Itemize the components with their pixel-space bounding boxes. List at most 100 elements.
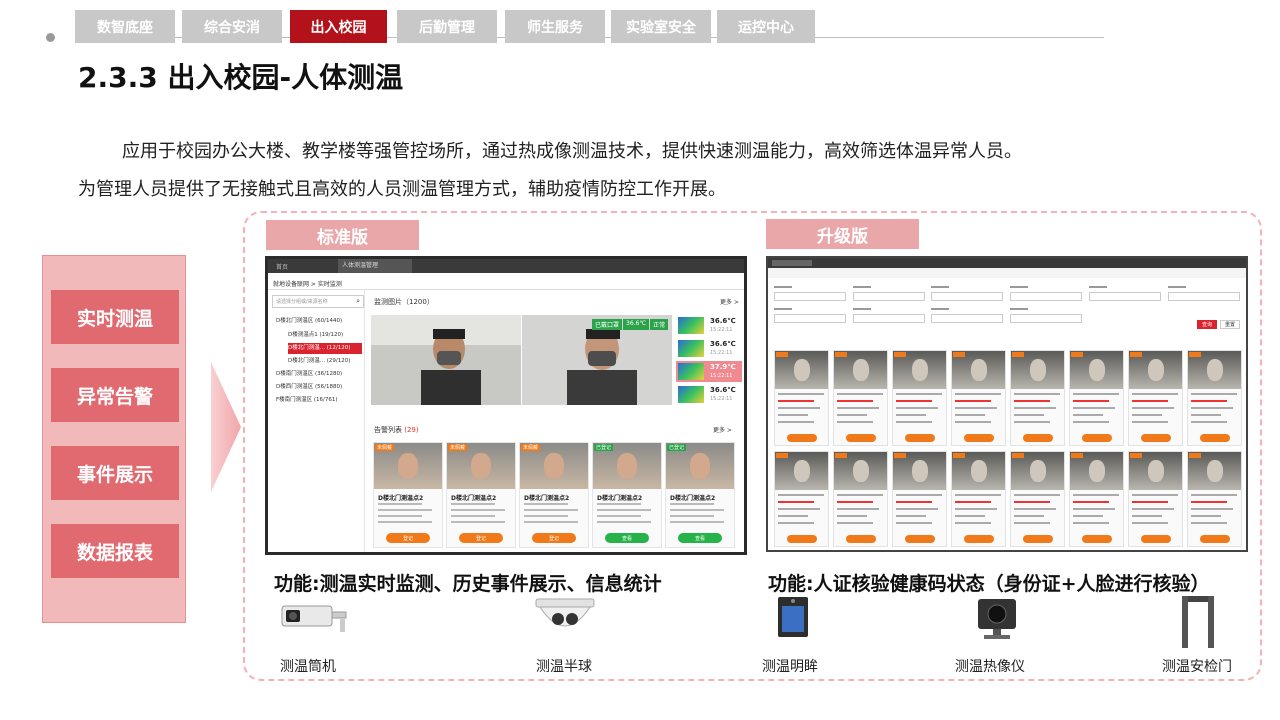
record-action-button[interactable] xyxy=(905,434,935,442)
tree-item[interactable]: D楼北门测温... (12/120) xyxy=(288,343,362,354)
record-photo xyxy=(952,351,1005,389)
record-card[interactable] xyxy=(1187,350,1242,446)
feature-realtime-temp[interactable]: 实时测温 xyxy=(51,290,179,344)
record-card[interactable] xyxy=(1069,451,1124,547)
reset-button[interactable]: 重置 xyxy=(1220,320,1240,329)
record-action-button[interactable] xyxy=(787,535,817,543)
search-icon: ⌕ xyxy=(356,297,360,305)
nav-tab-4[interactable]: 师生服务 xyxy=(505,10,605,43)
upgrade-screenshot: 查询 重置 xyxy=(766,256,1248,552)
temp-row[interactable]: 36.6℃ 15:22:11 xyxy=(676,315,742,336)
record-card[interactable] xyxy=(951,451,1006,547)
search-button[interactable]: 查询 xyxy=(1197,320,1217,329)
record-card[interactable] xyxy=(1187,451,1242,547)
filter-input[interactable] xyxy=(1089,292,1161,301)
record-action-button[interactable] xyxy=(1141,434,1171,442)
alarm-card[interactable]: 已登记 D楼北门测温点2 查看 xyxy=(665,442,735,548)
filter-input[interactable] xyxy=(931,292,1003,301)
temp-row[interactable]: 36.6℃ 15:22:11 xyxy=(676,384,742,405)
filter-input[interactable] xyxy=(774,314,846,323)
face-terminal-icon xyxy=(778,597,808,637)
tree-item[interactable]: D楼南门测温区 (36/1280) xyxy=(276,369,362,380)
alarm-action-button[interactable]: 登记 xyxy=(459,533,503,543)
filter-input[interactable] xyxy=(853,292,925,301)
record-action-button[interactable] xyxy=(1200,535,1230,543)
temp-row[interactable]: 36.6℃ 15:22:11 xyxy=(676,338,742,359)
security-gate-icon xyxy=(1182,596,1214,648)
filter-input[interactable] xyxy=(853,314,925,323)
right-arrow-icon xyxy=(211,362,241,492)
record-card[interactable] xyxy=(1128,451,1183,547)
alarm-card[interactable]: 未佩戴 D楼北门测温点2 登记 xyxy=(446,442,516,548)
alarm-card[interactable]: 未佩戴 D楼北门测温点2 登记 xyxy=(519,442,589,548)
filter-input[interactable] xyxy=(1010,292,1082,301)
filter-label xyxy=(774,308,792,310)
filter-label xyxy=(1010,286,1028,288)
record-photo xyxy=(1011,452,1064,490)
monitor-more-link[interactable]: 更多 > xyxy=(720,297,739,306)
record-card[interactable] xyxy=(1010,350,1065,446)
tree-item[interactable]: F楼南门测温区 (16/761) xyxy=(276,395,362,406)
tree-item[interactable]: D楼北门测温... (29/120) xyxy=(288,356,362,367)
record-action-button[interactable] xyxy=(1023,535,1053,543)
nav-tab-2[interactable]: 出入校园 xyxy=(290,10,387,43)
record-action-button[interactable] xyxy=(1141,535,1171,543)
alarm-more-link[interactable]: 更多 > xyxy=(713,425,732,434)
record-card[interactable] xyxy=(951,350,1006,446)
alarm-name: D楼北门测温点2 xyxy=(451,495,497,502)
record-action-button[interactable] xyxy=(846,535,876,543)
alarm-card[interactable]: 已登记 D楼北门测温点2 查看 xyxy=(592,442,662,548)
temp-row[interactable]: 37.9℃ 15:22:11 xyxy=(676,361,742,382)
record-action-button[interactable] xyxy=(1082,434,1112,442)
filter-input[interactable] xyxy=(931,314,1003,323)
temp-value: 37.9℃ xyxy=(710,363,736,371)
nav-tab-3[interactable]: 后勤管理 xyxy=(397,10,497,43)
record-action-button[interactable] xyxy=(1200,434,1230,442)
record-card[interactable] xyxy=(1128,350,1183,446)
record-card[interactable] xyxy=(774,451,829,547)
window-titlebar xyxy=(768,258,1246,268)
breadcrumb: 就地设备联网 > 实时监测 xyxy=(273,281,342,288)
filter-input[interactable] xyxy=(774,292,846,301)
tree-item[interactable]: D楼北门测温区 (60/1440) xyxy=(276,316,362,327)
nav-tab-1[interactable]: 综合安消 xyxy=(182,10,282,43)
feature-abnormal-alarm[interactable]: 异常告警 xyxy=(51,368,179,422)
thermal-thumb xyxy=(678,340,704,357)
capture-overlay: 已戴口罩 36.6℃ 正常 xyxy=(592,319,669,330)
alarm-action-button[interactable]: 查看 xyxy=(605,533,649,543)
record-action-button[interactable] xyxy=(964,535,994,543)
tree-search-input[interactable]: 请选择分组或/来源名称 ⌕ xyxy=(272,295,364,308)
alarm-badge: 未佩戴 xyxy=(521,444,541,451)
record-card[interactable] xyxy=(892,451,947,547)
nav-tab-0[interactable]: 数智底座 xyxy=(75,10,175,43)
record-card[interactable] xyxy=(892,350,947,446)
record-action-button[interactable] xyxy=(964,434,994,442)
record-action-button[interactable] xyxy=(1082,535,1112,543)
window-tab-home[interactable]: 首页 xyxy=(276,262,288,271)
nav-tab-5[interactable]: 实验室安全 xyxy=(611,10,711,43)
record-action-button[interactable] xyxy=(1023,434,1053,442)
capture-photo-1[interactable] xyxy=(371,315,521,405)
record-card[interactable] xyxy=(774,350,829,446)
record-action-button[interactable] xyxy=(787,434,817,442)
nav-tab-6[interactable]: 运控中心 xyxy=(717,10,815,43)
alarm-action-button[interactable]: 登记 xyxy=(532,533,576,543)
filter-input[interactable] xyxy=(1010,314,1082,323)
filter-input[interactable] xyxy=(1168,292,1240,301)
record-card[interactable] xyxy=(833,350,888,446)
feature-data-report[interactable]: 数据报表 xyxy=(51,524,179,578)
alarm-card[interactable]: 未佩戴 D楼北门测温点2 登记 xyxy=(373,442,443,548)
upgrade-version-tag: 升级版 xyxy=(766,219,919,249)
record-card[interactable] xyxy=(1010,451,1065,547)
record-card[interactable] xyxy=(1069,350,1124,446)
alarm-action-button[interactable]: 登记 xyxy=(386,533,430,543)
record-card[interactable] xyxy=(833,451,888,547)
record-photo xyxy=(834,452,887,490)
tree-item[interactable]: D楼西门测温区 (56/1880) xyxy=(276,382,362,393)
window-tab-temp[interactable]: 人体测温管理 xyxy=(338,259,412,273)
record-action-button[interactable] xyxy=(846,434,876,442)
record-action-button[interactable] xyxy=(905,535,935,543)
alarm-action-button[interactable]: 查看 xyxy=(678,533,722,543)
tree-item[interactable]: D楼测温点1 (19/120) xyxy=(288,330,362,341)
feature-event-display[interactable]: 事件展示 xyxy=(51,446,179,500)
